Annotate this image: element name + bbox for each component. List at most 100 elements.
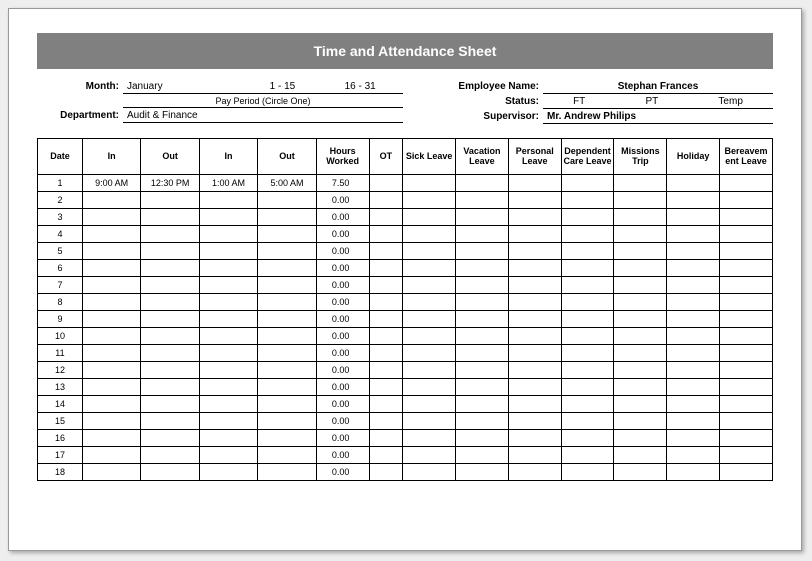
cell-vacation[interactable]: [456, 243, 509, 260]
cell-dependent[interactable]: [561, 430, 614, 447]
cell-personal[interactable]: [508, 345, 561, 362]
cell-hours[interactable]: 0.00: [316, 226, 369, 243]
cell-personal[interactable]: [508, 209, 561, 226]
cell-hours[interactable]: 0.00: [316, 328, 369, 345]
cell-bereave[interactable]: [720, 328, 773, 345]
cell-personal[interactable]: [508, 396, 561, 413]
cell-date[interactable]: 10: [38, 328, 83, 345]
cell-out1[interactable]: [141, 243, 199, 260]
cell-in2[interactable]: [199, 447, 257, 464]
cell-sick[interactable]: [403, 311, 456, 328]
cell-missions[interactable]: [614, 362, 667, 379]
cell-date[interactable]: 17: [38, 447, 83, 464]
cell-ot[interactable]: [369, 209, 403, 226]
cell-date[interactable]: 5: [38, 243, 83, 260]
department-value[interactable]: Audit & Finance: [123, 110, 403, 123]
cell-sick[interactable]: [403, 209, 456, 226]
cell-holiday[interactable]: [667, 430, 720, 447]
cell-personal[interactable]: [508, 243, 561, 260]
cell-holiday[interactable]: [667, 294, 720, 311]
cell-vacation[interactable]: [456, 396, 509, 413]
cell-in1[interactable]: [82, 311, 140, 328]
cell-hours[interactable]: 0.00: [316, 345, 369, 362]
cell-vacation[interactable]: [456, 447, 509, 464]
cell-out1[interactable]: [141, 362, 199, 379]
cell-out2[interactable]: [258, 260, 316, 277]
cell-vacation[interactable]: [456, 294, 509, 311]
cell-in1[interactable]: [82, 345, 140, 362]
cell-sick[interactable]: [403, 175, 456, 192]
cell-in2[interactable]: [199, 430, 257, 447]
cell-missions[interactable]: [614, 464, 667, 481]
cell-in1[interactable]: [82, 243, 140, 260]
cell-holiday[interactable]: [667, 328, 720, 345]
cell-dependent[interactable]: [561, 413, 614, 430]
employee-name-value[interactable]: Stephan Frances: [543, 81, 773, 94]
cell-sick[interactable]: [403, 243, 456, 260]
cell-missions[interactable]: [614, 226, 667, 243]
cell-sick[interactable]: [403, 413, 456, 430]
cell-in2[interactable]: [199, 243, 257, 260]
cell-out1[interactable]: [141, 209, 199, 226]
cell-personal[interactable]: [508, 464, 561, 481]
cell-vacation[interactable]: [456, 345, 509, 362]
cell-date[interactable]: 4: [38, 226, 83, 243]
cell-out2[interactable]: [258, 430, 316, 447]
cell-bereave[interactable]: [720, 209, 773, 226]
cell-out2[interactable]: [258, 447, 316, 464]
cell-dependent[interactable]: [561, 175, 614, 192]
cell-missions[interactable]: [614, 379, 667, 396]
cell-out1[interactable]: [141, 413, 199, 430]
cell-holiday[interactable]: [667, 379, 720, 396]
cell-bereave[interactable]: [720, 192, 773, 209]
cell-ot[interactable]: [369, 447, 403, 464]
cell-in1[interactable]: [82, 294, 140, 311]
cell-holiday[interactable]: [667, 413, 720, 430]
cell-hours[interactable]: 0.00: [316, 362, 369, 379]
cell-ot[interactable]: [369, 379, 403, 396]
cell-out2[interactable]: [258, 345, 316, 362]
cell-out2[interactable]: 5:00 AM: [258, 175, 316, 192]
cell-vacation[interactable]: [456, 328, 509, 345]
cell-ot[interactable]: [369, 345, 403, 362]
cell-hours[interactable]: 0.00: [316, 430, 369, 447]
cell-in2[interactable]: [199, 209, 257, 226]
cell-sick[interactable]: [403, 226, 456, 243]
cell-in1[interactable]: [82, 328, 140, 345]
cell-vacation[interactable]: [456, 430, 509, 447]
cell-holiday[interactable]: [667, 277, 720, 294]
cell-date[interactable]: 9: [38, 311, 83, 328]
cell-vacation[interactable]: [456, 413, 509, 430]
cell-date[interactable]: 11: [38, 345, 83, 362]
cell-out2[interactable]: [258, 243, 316, 260]
cell-sick[interactable]: [403, 328, 456, 345]
cell-sick[interactable]: [403, 345, 456, 362]
cell-bereave[interactable]: [720, 396, 773, 413]
cell-missions[interactable]: [614, 294, 667, 311]
cell-ot[interactable]: [369, 430, 403, 447]
cell-missions[interactable]: [614, 209, 667, 226]
month-line[interactable]: January 1 - 15 16 - 31: [123, 81, 403, 94]
cell-hours[interactable]: 7.50: [316, 175, 369, 192]
cell-in2[interactable]: [199, 345, 257, 362]
cell-bereave[interactable]: [720, 430, 773, 447]
cell-out2[interactable]: [258, 464, 316, 481]
cell-in1[interactable]: [82, 192, 140, 209]
cell-out1[interactable]: [141, 192, 199, 209]
cell-ot[interactable]: [369, 175, 403, 192]
cell-dependent[interactable]: [561, 464, 614, 481]
cell-missions[interactable]: [614, 277, 667, 294]
cell-out1[interactable]: [141, 328, 199, 345]
cell-holiday[interactable]: [667, 226, 720, 243]
cell-holiday[interactable]: [667, 447, 720, 464]
cell-sick[interactable]: [403, 379, 456, 396]
cell-out1[interactable]: [141, 226, 199, 243]
cell-ot[interactable]: [369, 243, 403, 260]
cell-bereave[interactable]: [720, 447, 773, 464]
cell-in2[interactable]: [199, 311, 257, 328]
cell-holiday[interactable]: [667, 464, 720, 481]
cell-personal[interactable]: [508, 277, 561, 294]
status-options[interactable]: FT PT Temp: [543, 96, 773, 109]
cell-in1[interactable]: [82, 209, 140, 226]
cell-missions[interactable]: [614, 413, 667, 430]
